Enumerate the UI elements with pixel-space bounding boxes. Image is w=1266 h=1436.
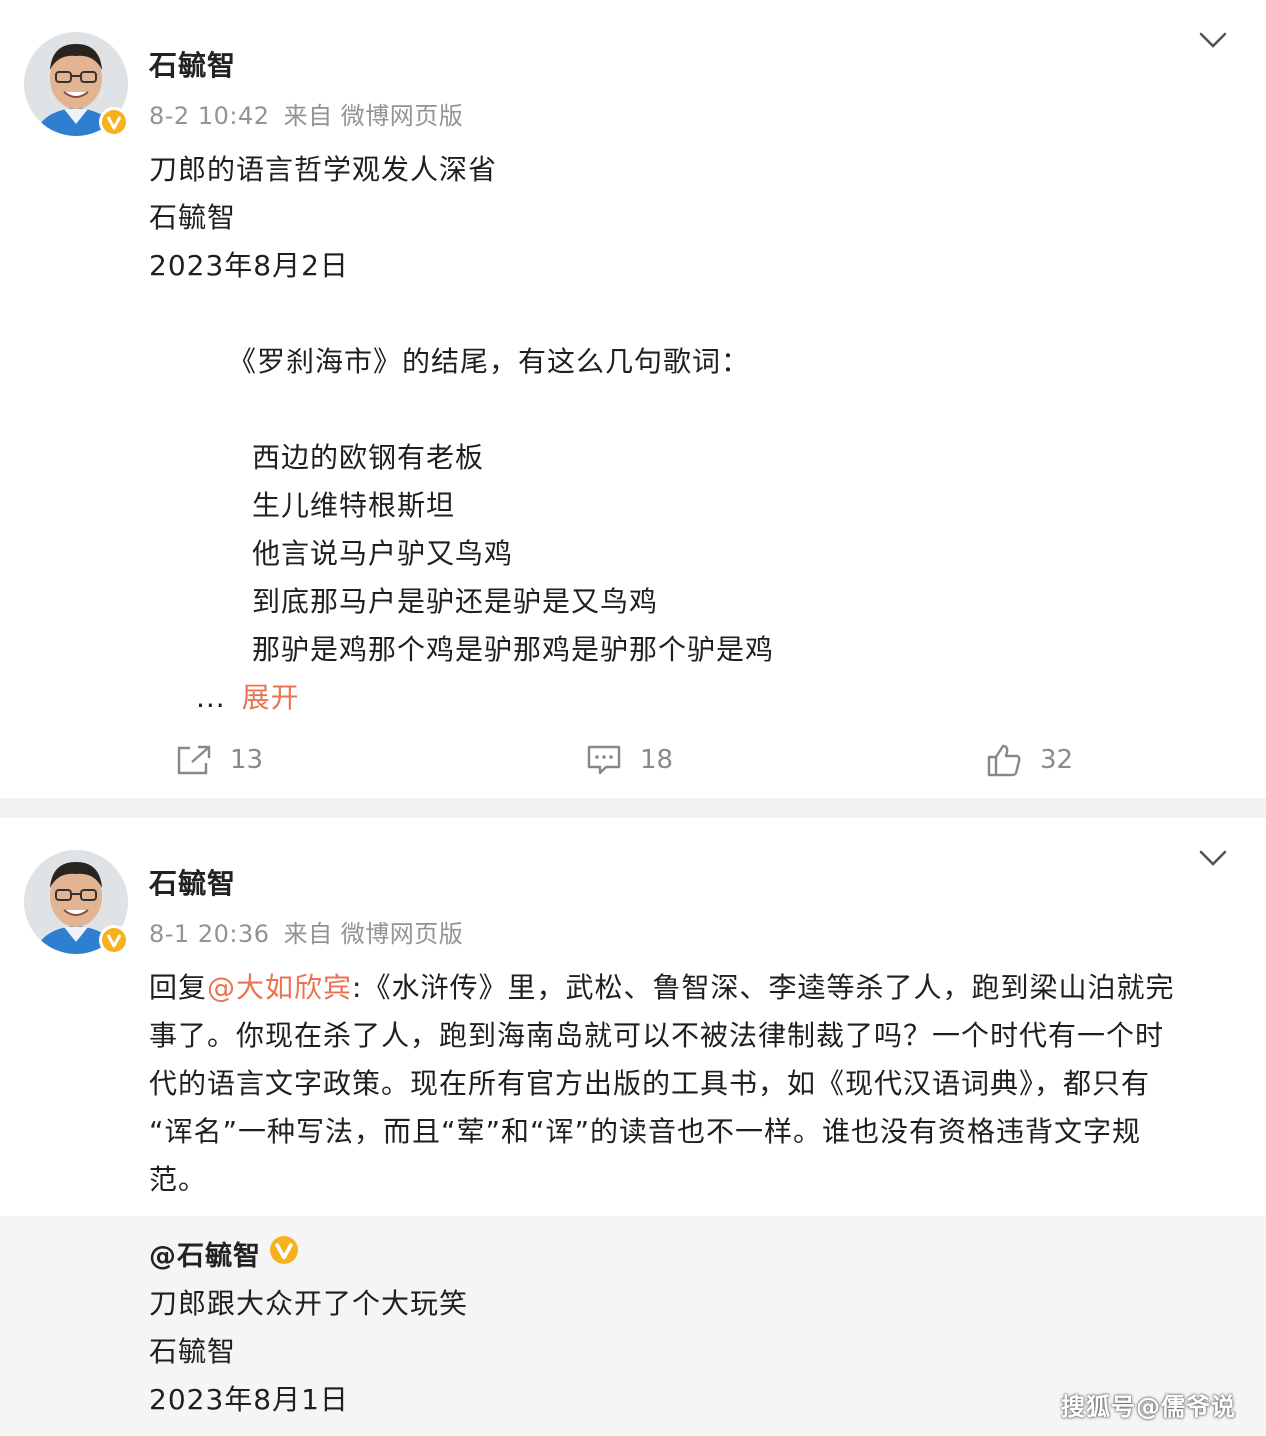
post-time[interactable]: 8-2 10:42 [149, 102, 270, 130]
post-text-line: 回复@大如欣宾:《水浒传》里，武松、鲁智深、李逵等杀了人，跑到梁山泊就完 [149, 966, 1174, 1006]
author-name[interactable]: 石毓智 [149, 44, 236, 84]
post-text-line: 范。 [149, 1163, 208, 1196]
post-text-line: 代的语言文字政策。现在所有官方出版的工具书，如《现代汉语词典》，都只有 [149, 1067, 1151, 1100]
chevron-down-icon[interactable] [1198, 848, 1228, 868]
ellipsis: ... [196, 681, 226, 714]
weibo-post: 石毓智 8-2 10:42 来自 微博网页版 刀郎的语言哲学观发人深省 石毓智 … [0, 0, 1266, 798]
quoted-text-line: 刀郎跟大众开了个大玩笑 [149, 1287, 469, 1320]
comment-count: 18 [640, 745, 674, 775]
expand-link[interactable]: 展开 [242, 681, 300, 714]
mention-link[interactable]: @大如欣宾 [207, 971, 352, 1004]
expand-row: ... 展开 [196, 676, 300, 716]
lyric-line: 到底那马户是驴还是驴是又鸟鸡 [252, 585, 659, 618]
action-bar: 13 18 32 [0, 730, 1266, 790]
like-icon [987, 744, 1021, 777]
post-text-line: 石毓智 [149, 201, 237, 234]
quoted-text-line: 2023年8月1日 [149, 1383, 349, 1416]
post-text-line: 刀郎的语言哲学观发人深省 [149, 153, 498, 186]
post-meta: 8-1 20:36 来自 微博网页版 [149, 914, 463, 949]
quoted-text-line: 石毓智 [149, 1335, 237, 1368]
post-source: 来自 微博网页版 [283, 102, 464, 130]
like-button[interactable]: 32 [986, 742, 1073, 778]
weibo-post: 石毓智 8-1 20:36 来自 微博网页版 回复@大如欣宾:《水浒传》里，武松… [0, 818, 1266, 1436]
verified-badge-icon [270, 1236, 298, 1264]
lyric-line: 生儿维特根斯坦 [252, 489, 456, 522]
post-text: :《水浒传》里，武松、鲁智深、李逵等杀了人，跑到梁山泊就完 [352, 971, 1175, 1004]
like-count: 32 [1040, 745, 1074, 775]
verified-badge-icon [99, 107, 129, 137]
post-meta: 8-2 10:42 来自 微博网页版 [149, 96, 463, 131]
verified-badge-icon [99, 925, 129, 955]
post-divider [0, 798, 1266, 818]
repost-icon [177, 745, 211, 775]
watermark: 搜狐号@儒爷说 [1061, 1393, 1236, 1421]
repost-button[interactable]: 13 [176, 742, 263, 778]
repost-count: 13 [230, 745, 264, 775]
post-text-line: 《罗刹海市》的结尾，有这么几句歌词： [228, 345, 751, 378]
post-text-line: “诨名”一种写法，而且“荤”和“诨”的读音也不一样。谁也没有资格违背文字规 [149, 1115, 1142, 1148]
lyric-line: 西边的欧钢有老板 [252, 441, 485, 474]
post-source: 来自 微博网页版 [283, 920, 464, 948]
lyric-line: 那驴是鸡那个鸡是驴那鸡是驴那个驴是鸡 [252, 633, 775, 666]
quoted-author[interactable]: @石毓智 [149, 1234, 261, 1273]
comment-icon [587, 745, 621, 775]
comment-button[interactable]: 18 [586, 742, 673, 778]
post-text-line: 事了。你现在杀了人，跑到海南岛就可以不被法律制裁了吗？一个时代有一个时 [149, 1019, 1165, 1052]
reply-prefix: 回复 [149, 971, 208, 1004]
post-text-line: 2023年8月2日 [149, 249, 349, 282]
post-time[interactable]: 8-1 20:36 [149, 920, 270, 948]
author-name[interactable]: 石毓智 [149, 862, 236, 902]
lyric-line: 他言说马户驴又鸟鸡 [252, 537, 514, 570]
chevron-down-icon[interactable] [1198, 30, 1228, 50]
